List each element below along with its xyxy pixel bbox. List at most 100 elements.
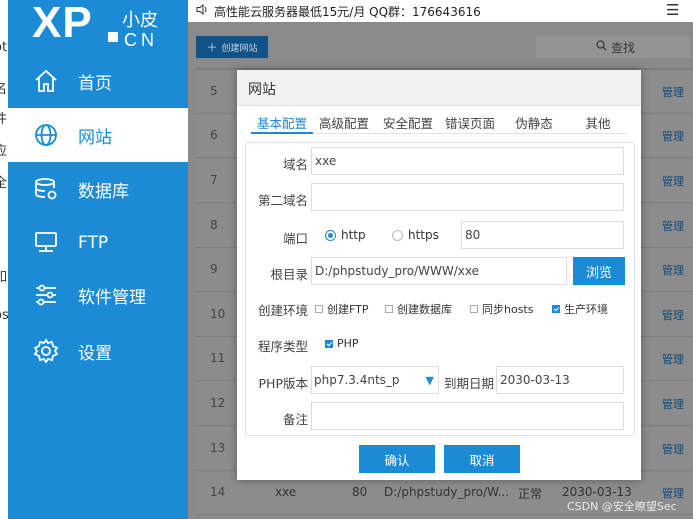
manage-link[interactable]: 管理 <box>662 307 684 323</box>
manage-link[interactable]: 管理 <box>662 84 684 100</box>
checkbox-label: 同步hosts <box>482 303 534 316</box>
search-label: 查找 <box>611 40 636 55</box>
website-config-dialog: 网站 基本配置 高级配置 安全配置 错误页面 伪静态 其他 域名 xxe 第二域… <box>237 70 641 480</box>
row-number: 12 <box>210 396 226 410</box>
manage-link[interactable]: 管理 <box>662 396 684 412</box>
domain-input[interactable]: xxe <box>311 147 624 175</box>
checkbox-label: PHP <box>337 337 359 350</box>
sync-hosts-checkbox[interactable]: 同步hosts <box>470 301 533 317</box>
https-radio[interactable]: https <box>392 228 439 242</box>
sidebar-item-website[interactable]: 网站 <box>8 108 188 162</box>
env-label: 创建环境 <box>257 303 308 318</box>
create-website-button[interactable]: ＋ 创建网站 <box>196 36 268 58</box>
menu-icon[interactable]: ☰ <box>666 1 679 19</box>
sidebar-item-software[interactable]: 软件管理 <box>8 268 188 322</box>
php-version-value: php7.3.4nts_p <box>314 373 400 387</box>
confirm-button[interactable]: 确认 <box>359 445 435 473</box>
sliders-icon <box>32 281 60 309</box>
tab-advanced[interactable]: 高级配置 <box>313 113 375 132</box>
edge-text: 件 <box>0 112 8 127</box>
row-number: 5 <box>210 84 218 98</box>
checkbox-label: 生产环境 <box>564 303 608 316</box>
radio-selected-icon <box>325 229 336 241</box>
root-dir-input[interactable]: D:/phpstudy_pro/WWW/xxe <box>311 257 567 285</box>
row-number: 6 <box>210 128 218 142</box>
tab-other[interactable]: 其他 <box>567 113 629 132</box>
php-version-label: PHP版本 <box>258 376 308 391</box>
manage-link[interactable]: 管理 <box>662 128 684 144</box>
second-domain-label: 第二域名 <box>257 193 308 208</box>
tab-basic[interactable]: 基本配置 <box>251 113 313 132</box>
php-checkbox[interactable]: PHP <box>325 337 359 350</box>
sidebar-item-ftp[interactable]: FTP <box>8 216 188 270</box>
checkbox-checked-icon <box>325 339 333 348</box>
port-input[interactable]: 80 <box>461 221 624 249</box>
remark-input[interactable] <box>311 402 624 430</box>
logo-sub-top: 小皮 <box>122 10 158 31</box>
create-website-label: 创建网站 <box>221 43 258 54</box>
manage-link[interactable]: 管理 <box>662 262 684 278</box>
sidebar-item-home[interactable]: 首页 <box>8 54 188 108</box>
row-domain: xxe <box>275 485 297 499</box>
active-tab-indicator <box>251 132 313 134</box>
tab-security[interactable]: 安全配置 <box>377 113 439 132</box>
row-number: 14 <box>210 485 226 499</box>
edge-text: 名 <box>0 82 8 97</box>
expire-date-input[interactable]: 2030-03-13 <box>496 366 624 394</box>
logo: XP 小皮 CN <box>32 0 182 50</box>
manage-link[interactable]: 管理 <box>662 441 684 457</box>
database-icon <box>32 175 60 203</box>
https-label: https <box>408 228 439 242</box>
watermark: CSDN @安全瞭望Sec <box>567 500 677 513</box>
toolbar: ＋ 创建网站 查找 <box>188 22 693 66</box>
sidebar-item-settings[interactable]: 设置 <box>8 324 188 378</box>
checkbox-checked-icon <box>552 305 560 313</box>
basic-config-form: 域名 xxe 第二域名 端口 http https 80 根目录 D:/phps… <box>245 142 635 436</box>
create-ftp-checkbox[interactable]: 创建FTP <box>315 301 369 317</box>
row-number: 7 <box>210 173 218 187</box>
globe-icon <box>32 121 60 149</box>
sidebar-item-label: 软件管理 <box>78 287 146 308</box>
search-input[interactable]: 查找 <box>536 36 690 58</box>
tab-rewrite[interactable]: 伪静态 <box>503 113 565 132</box>
manage-link[interactable]: 管理 <box>662 173 684 189</box>
logo-dot <box>108 32 118 42</box>
config-tabs: 基本配置 高级配置 安全配置 错误页面 伪静态 其他 <box>251 110 627 134</box>
sidebar-item-database[interactable]: 数据库 <box>8 162 188 216</box>
checkbox-label: 创建FTP <box>327 303 369 316</box>
manage-link[interactable]: 管理 <box>662 351 684 367</box>
create-database-checkbox[interactable]: 创建数据库 <box>385 301 452 317</box>
row-path: D:/phpstudy_pro/W... <box>384 485 510 499</box>
browse-button[interactable]: 浏览 <box>573 257 625 285</box>
checkbox-icon <box>470 305 478 313</box>
http-radio[interactable]: http <box>325 228 366 242</box>
dropdown-arrow-icon: ▼ <box>425 374 434 387</box>
monitor-icon <box>32 229 60 257</box>
sidebar-item-label: 设置 <box>78 343 112 364</box>
root-dir-label: 根目录 <box>270 267 308 282</box>
expire-date-label: 到期日期 <box>443 376 494 391</box>
edge-text: 如 <box>0 270 8 285</box>
remark-label: 备注 <box>282 412 308 427</box>
http-label: http <box>341 228 366 242</box>
manage-link[interactable]: 管理 <box>662 218 684 234</box>
checkbox-icon <box>315 305 323 313</box>
logo-sub-bottom: CN <box>124 30 158 50</box>
plus-icon: ＋ <box>206 41 218 54</box>
background-window-edge: ot 名 件 应 全 如 os <box>0 0 8 519</box>
sidebar-item-label: 网站 <box>78 127 112 148</box>
port-label: 端口 <box>282 231 308 246</box>
cancel-button[interactable]: 取消 <box>444 445 520 473</box>
production-env-checkbox[interactable]: 生产环境 <box>552 301 608 317</box>
row-number: 11 <box>210 351 226 365</box>
php-version-select[interactable]: php7.3.4nts_p ▼ <box>311 366 439 394</box>
sidebar-item-label: FTP <box>78 233 109 253</box>
logo-main: XP <box>32 0 93 47</box>
sidebar: XP 小皮 CN 首页 网站 数据库 FTP 软件管理 设置 <box>8 0 188 519</box>
home-icon <box>32 67 60 95</box>
second-domain-input[interactable] <box>311 183 624 211</box>
tab-error-pages[interactable]: 错误页面 <box>439 113 501 132</box>
row-number: 8 <box>210 218 218 232</box>
notice-text: 高性能云服务器最低15元/月 QQ群：176643616 <box>214 5 481 19</box>
program-type-label: 程序类型 <box>257 339 308 354</box>
